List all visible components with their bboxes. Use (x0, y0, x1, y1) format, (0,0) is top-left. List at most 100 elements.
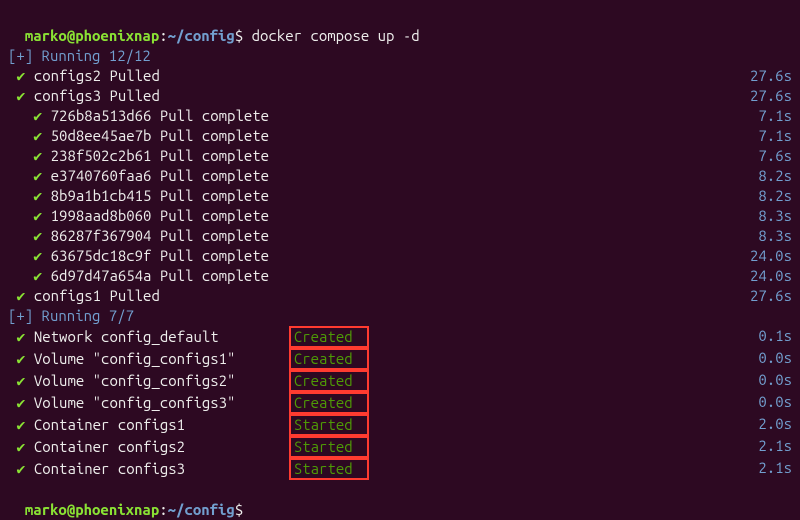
pull-item-text: 63675dc18c9f Pull complete (51, 246, 269, 266)
resource-line: ✔ Container configs1 Started 2.0s (8, 414, 792, 436)
pull-item-time: 8.3s (758, 226, 792, 246)
pull-line: ✔ configs2 Pulled27.6s (8, 66, 792, 86)
up-header: [+] Running 7/7 (8, 306, 792, 326)
pull-header: [+] Running 12/12 (8, 46, 792, 66)
up-header-text: [+] Running 7/7 (8, 307, 134, 324)
pull-item-text: 238f502c2b61 Pull complete (51, 146, 269, 166)
pull-line: ✔ 1998aad8b060 Pull complete 8.3s (8, 206, 792, 226)
status-highlight: Created (289, 392, 369, 414)
pull-line: ✔ configs3 Pulled 27.6s (8, 86, 792, 106)
check-icon: ✔ (33, 167, 42, 184)
check-icon: ✔ (33, 147, 42, 164)
status-highlight: Started (289, 414, 369, 436)
resource-line: ✔ Volume "config_configs1"Created0.0s (8, 348, 792, 370)
pull-item-text: 86287f367904 Pull complete (51, 226, 269, 246)
check-icon: ✔ (33, 207, 42, 224)
pull-header-text: [+] Running 12/12 (8, 47, 151, 64)
prompt-path: ~/config (168, 27, 235, 44)
resource-time: 2.1s (758, 458, 792, 478)
pull-line: ✔ 8b9a1b1cb415 Pull complete 8.2s (8, 186, 792, 206)
resource-time: 0.0s (758, 370, 792, 390)
resource-line: ✔ Network config_default Created 0.1s (8, 326, 792, 348)
check-icon: ✔ (16, 438, 25, 455)
resource-line: ✔ Container configs3Started 2.1s (8, 458, 792, 480)
resource-status: Created (294, 328, 364, 346)
prompt-dollar: $ (235, 501, 243, 518)
resource-line: ✔ Container configs2 Started 2.1s (8, 436, 792, 458)
prompt-path: ~/config (168, 501, 235, 518)
pull-line: ✔ 6d97d47a654a Pull complete24.0s (8, 266, 792, 286)
status-highlight: Created (289, 348, 369, 370)
pull-item-time: 7.6s (758, 146, 792, 166)
pull-line: ✔ e3740760faa6 Pull complete 8.2s (8, 166, 792, 186)
pull-item-text: configs1 Pulled (34, 286, 160, 306)
pull-item-text: 8b9a1b1cb415 Pull complete (51, 186, 269, 206)
check-icon: ✔ (16, 416, 25, 433)
resource-time: 0.0s (758, 392, 792, 412)
resource-name: Container configs3 (34, 459, 289, 479)
resource-time: 0.0s (758, 348, 792, 368)
pull-item-time: 27.6s (750, 86, 792, 106)
pull-item-text: 1998aad8b060 Pull complete (51, 206, 269, 226)
prompt-colon: : (159, 501, 167, 518)
resource-status: Started (294, 416, 364, 434)
prompt-user: marko@phoenixnap (25, 27, 159, 44)
resource-name: Volume "config_configs1" (34, 349, 289, 369)
check-icon: ✔ (16, 460, 25, 477)
check-icon: ✔ (33, 187, 42, 204)
check-icon: ✔ (33, 247, 42, 264)
pull-item-text: configs3 Pulled (34, 86, 160, 106)
resource-status: Started (294, 438, 364, 456)
check-icon: ✔ (33, 107, 42, 124)
pull-item-time: 24.0s (750, 266, 792, 286)
prompt-dollar: $ (235, 27, 243, 44)
resource-name: Container configs1 (34, 415, 289, 435)
pull-item-text: 726b8a513d66 Pull complete (51, 106, 269, 126)
pull-item-text: e3740760faa6 Pull complete (51, 166, 269, 186)
resource-name: Volume "config_configs3" (34, 393, 289, 413)
resource-name: Container configs2 (34, 437, 289, 457)
pull-line: ✔ 63675dc18c9f Pull complete 24.0s (8, 246, 792, 266)
prompt-user: marko@phoenixnap (25, 501, 159, 518)
check-icon: ✔ (16, 394, 25, 411)
check-icon: ✔ (16, 67, 25, 84)
pull-item-time: 8.3s (758, 206, 792, 226)
pull-item-time: 8.2s (758, 166, 792, 186)
check-icon: ✔ (16, 287, 25, 304)
pull-item-time: 24.0s (750, 246, 792, 266)
pull-line: ✔ 238f502c2b61 Pull complete 7.6s (8, 146, 792, 166)
resource-line: ✔ Volume "config_configs2"Created0.0s (8, 370, 792, 392)
check-icon: ✔ (33, 127, 42, 144)
pull-line: ✔ 726b8a513d66 Pull complete7.1s (8, 106, 792, 126)
check-icon: ✔ (16, 87, 25, 104)
status-highlight: Started (289, 436, 369, 458)
status-highlight: Created (289, 326, 369, 348)
check-icon: ✔ (33, 227, 42, 244)
prompt-line: marko@phoenixnap:~/config$ docker compos… (8, 6, 792, 46)
check-icon: ✔ (33, 267, 42, 284)
pull-output: ✔ configs2 Pulled27.6s ✔ configs3 Pulled… (8, 66, 792, 306)
pull-line: ✔ 50d8ee45ae7b Pull complete 7.1s (8, 126, 792, 146)
resource-status: Created (294, 350, 364, 368)
pull-item-time: 8.2s (758, 186, 792, 206)
resource-status: Created (294, 394, 364, 412)
resource-time: 0.1s (758, 326, 792, 346)
resource-name: Volume "config_configs2" (34, 371, 289, 391)
pull-item-text: configs2 Pulled (34, 66, 160, 86)
pull-line: ✔ 86287f367904 Pull complete 8.3s (8, 226, 792, 246)
resource-time: 2.1s (758, 436, 792, 456)
pull-line: ✔ configs1 Pulled27.6s (8, 286, 792, 306)
check-icon: ✔ (16, 328, 25, 345)
status-highlight: Created (289, 370, 369, 392)
resource-line: ✔ Volume "config_configs3" Created 0.0s (8, 392, 792, 414)
trailing-prompt[interactable]: marko@phoenixnap:~/config$ (8, 480, 792, 520)
resource-name: Network config_default (34, 327, 289, 347)
resource-output: ✔ Network config_default Created 0.1s ✔ Vo… (8, 326, 792, 480)
pull-item-time: 7.1s (758, 126, 792, 146)
status-highlight: Started (289, 458, 369, 480)
resource-status: Created (294, 372, 364, 390)
prompt-colon: : (159, 27, 167, 44)
pull-item-text: 50d8ee45ae7b Pull complete (51, 126, 269, 146)
resource-time: 2.0s (758, 414, 792, 434)
command-text: docker compose up -d (252, 27, 420, 44)
